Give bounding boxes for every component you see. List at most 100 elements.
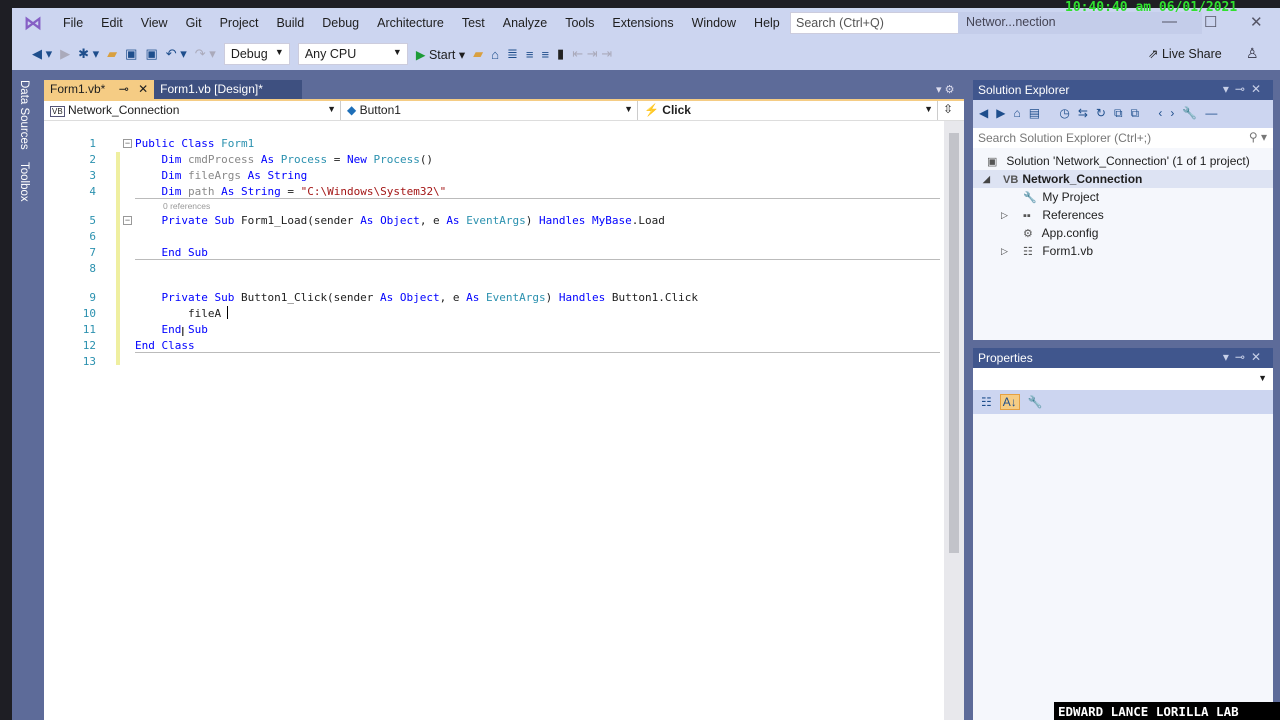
code-token: MyBase bbox=[592, 214, 632, 227]
code-token: EventArgs bbox=[466, 214, 526, 227]
feedback-icon[interactable]: ♙ bbox=[1246, 45, 1259, 62]
expand-arrow-icon[interactable]: ▷ bbox=[1001, 206, 1008, 224]
menu-extensions[interactable]: Extensions bbox=[603, 16, 682, 30]
back-icon[interactable]: ◀ ▾ bbox=[32, 46, 52, 62]
menu-analyze[interactable]: Analyze bbox=[494, 16, 556, 30]
uncomment-icon[interactable]: ≡ bbox=[541, 47, 549, 62]
line-number: 9 bbox=[89, 291, 96, 304]
code-line[interactable]: Dim path As String = "C:\Windows\System3… bbox=[135, 185, 446, 198]
code-line[interactable]: Private Sub Form1_Load(sender As Object,… bbox=[135, 214, 664, 227]
configuration-dropdown[interactable]: Debug ▼ bbox=[223, 43, 290, 65]
collapse-arrow-icon[interactable]: ◢ bbox=[983, 170, 990, 188]
tab-form1-vb[interactable]: Form1.vb* ⊸ ✕ bbox=[44, 80, 155, 100]
menu-file[interactable]: File bbox=[54, 16, 92, 30]
new-item-icon[interactable]: ✱ ▾ bbox=[78, 46, 99, 62]
code-line[interactable]: Dim cmdProcess As Process = New Process(… bbox=[135, 153, 433, 166]
code-line[interactable]: End Sub bbox=[135, 323, 207, 336]
categorized-icon[interactable]: ☷ bbox=[981, 395, 992, 409]
save-all-icon[interactable]: ▣ bbox=[145, 46, 157, 62]
menu-git[interactable]: Git bbox=[177, 16, 211, 30]
indent-icon[interactable]: ≣ bbox=[507, 46, 518, 62]
comment-icon[interactable]: ≡ bbox=[526, 47, 534, 62]
code-token: , e bbox=[439, 291, 467, 304]
object-dropdown[interactable]: ◆ Button1 ▼ bbox=[341, 101, 638, 120]
code-line[interactable]: Private Sub Button1_Click(sender As Obje… bbox=[135, 291, 698, 304]
code-token: End Sub bbox=[135, 246, 208, 259]
toolbox-tab[interactable]: Toolbox bbox=[18, 162, 30, 202]
vertical-scrollbar[interactable] bbox=[944, 121, 964, 720]
live-share-button[interactable]: ⇗ Live Share bbox=[1148, 46, 1222, 61]
minimize-button[interactable]: — bbox=[1162, 13, 1177, 30]
menu-build[interactable]: Build bbox=[267, 16, 313, 30]
menu-debug[interactable]: Debug bbox=[313, 16, 368, 30]
pin-icon[interactable]: ⊸ bbox=[119, 82, 129, 96]
find-in-files-icon[interactable]: ▰ bbox=[473, 46, 483, 62]
menu-architecture[interactable]: Architecture bbox=[368, 16, 453, 30]
code-token: Dim bbox=[135, 169, 188, 182]
expand-arrow-icon[interactable]: ▷ bbox=[1001, 242, 1008, 260]
menu-view[interactable]: View bbox=[132, 16, 177, 30]
code-token: String bbox=[240, 185, 281, 198]
code-line[interactable]: Public Class Form1 bbox=[135, 137, 254, 150]
code-line[interactable]: End Sub bbox=[135, 246, 208, 259]
code-token: As bbox=[466, 291, 487, 304]
tree-item[interactable]: ◢ VB Network_Connection bbox=[973, 170, 1273, 188]
property-pages-icon[interactable]: 🔧 bbox=[1028, 395, 1043, 409]
solution-home-icon[interactable]: ⌂ bbox=[491, 47, 499, 62]
panel-controls[interactable]: ▾⊸✕ bbox=[1223, 82, 1267, 96]
collapse-icon[interactable]: − bbox=[123, 216, 132, 225]
solution-explorer-toolbar[interactable]: ◀▶⌂▤ ◷⇆↻⧉⧉ ‹›🔧— bbox=[973, 100, 1273, 128]
close-tab-icon[interactable]: ✕ bbox=[138, 82, 148, 96]
panel-controls[interactable]: ▾⊸✕ bbox=[1223, 350, 1267, 364]
tree-item-label: Form1.vb bbox=[1042, 244, 1094, 258]
code-line[interactable]: End Class bbox=[135, 339, 195, 352]
menu-test[interactable]: Test bbox=[453, 16, 494, 30]
code-line[interactable]: fileA bbox=[135, 307, 221, 320]
code-navigation-bar: VB Network_Connection ▼ ◆ Button1 ▼ ⚡ Clic… bbox=[44, 101, 964, 121]
menu-window[interactable]: Window bbox=[683, 16, 745, 30]
menu-project[interactable]: Project bbox=[211, 16, 268, 30]
bookmark-icon[interactable]: ▮ bbox=[557, 46, 564, 62]
line-number: 11 bbox=[82, 323, 96, 336]
tab-label: Form1.vb* bbox=[50, 82, 106, 96]
tree-item[interactable]: 🔧 My Project bbox=[973, 188, 1273, 206]
properties-panel: Properties ▾⊸✕ ▼ ☷ A↓ 🔧 bbox=[973, 348, 1273, 720]
line-number: 3 bbox=[89, 169, 96, 182]
code-token: Button1_Click(sender bbox=[240, 291, 381, 304]
solution-search-input[interactable]: Search Solution Explorer (Ctrl+;) ⚲ ▾ bbox=[973, 128, 1273, 148]
save-icon[interactable]: ▣ bbox=[125, 46, 137, 62]
tab-form1-design[interactable]: Form1.vb [Design]* bbox=[154, 80, 303, 100]
tree-item[interactable]: ▷ ☷ Form1.vb bbox=[973, 242, 1273, 260]
code-lens-references[interactable]: 0 references bbox=[163, 201, 210, 211]
undo-icon[interactable]: ↶ ▾ bbox=[166, 46, 187, 62]
code-token: String bbox=[267, 169, 308, 182]
platform-dropdown[interactable]: Any CPU ▼ bbox=[297, 43, 408, 65]
tree-item[interactable]: ⚙ App.config bbox=[973, 224, 1273, 242]
event-dropdown[interactable]: ⚡ Click ▼ bbox=[638, 101, 938, 120]
collapse-icon[interactable]: − bbox=[123, 139, 132, 148]
maximize-button[interactable]: ☐ bbox=[1204, 13, 1217, 31]
tab-label: Form1.vb [Design]* bbox=[160, 82, 263, 96]
menu-edit[interactable]: Edit bbox=[92, 16, 132, 30]
code-token: Form1_Load(sender bbox=[240, 214, 361, 227]
tree-item[interactable]: ▷ ▪▪ References bbox=[973, 206, 1273, 224]
project-dropdown[interactable]: VB Network_Connection ▼ bbox=[44, 101, 341, 120]
project-dropdown-value: Network_Connection bbox=[68, 103, 180, 117]
bookmark-nav-icons[interactable]: ⇤ ⇥ ⇥ bbox=[572, 46, 612, 62]
scrollbar-thumb[interactable] bbox=[949, 133, 959, 553]
redo-icon[interactable]: ↷ ▾ bbox=[195, 46, 216, 62]
tree-item[interactable]: ▣ Solution 'Network_Connection' (1 of 1 … bbox=[973, 152, 1273, 170]
tab-options-icons[interactable]: ▾ ⚙ bbox=[936, 83, 954, 96]
object-selector-dropdown[interactable]: ▼ bbox=[973, 368, 1273, 390]
split-window-icon[interactable]: ⇳ bbox=[938, 101, 958, 120]
open-folder-icon[interactable]: ▰ bbox=[107, 46, 117, 62]
menu-tools[interactable]: Tools bbox=[556, 16, 603, 30]
close-window-button[interactable]: ✕ bbox=[1250, 13, 1263, 31]
data-sources-tab[interactable]: Data Sources bbox=[18, 80, 30, 150]
start-button[interactable]: ▶ Start ▾ bbox=[416, 47, 465, 62]
code-line[interactable]: Dim fileArgs As String bbox=[135, 169, 307, 182]
line-number: 8 bbox=[89, 262, 96, 275]
forward-icon[interactable]: ▶ bbox=[60, 46, 70, 62]
alphabetical-icon[interactable]: A↓ bbox=[999, 394, 1020, 410]
menu-help[interactable]: Help bbox=[745, 16, 789, 30]
